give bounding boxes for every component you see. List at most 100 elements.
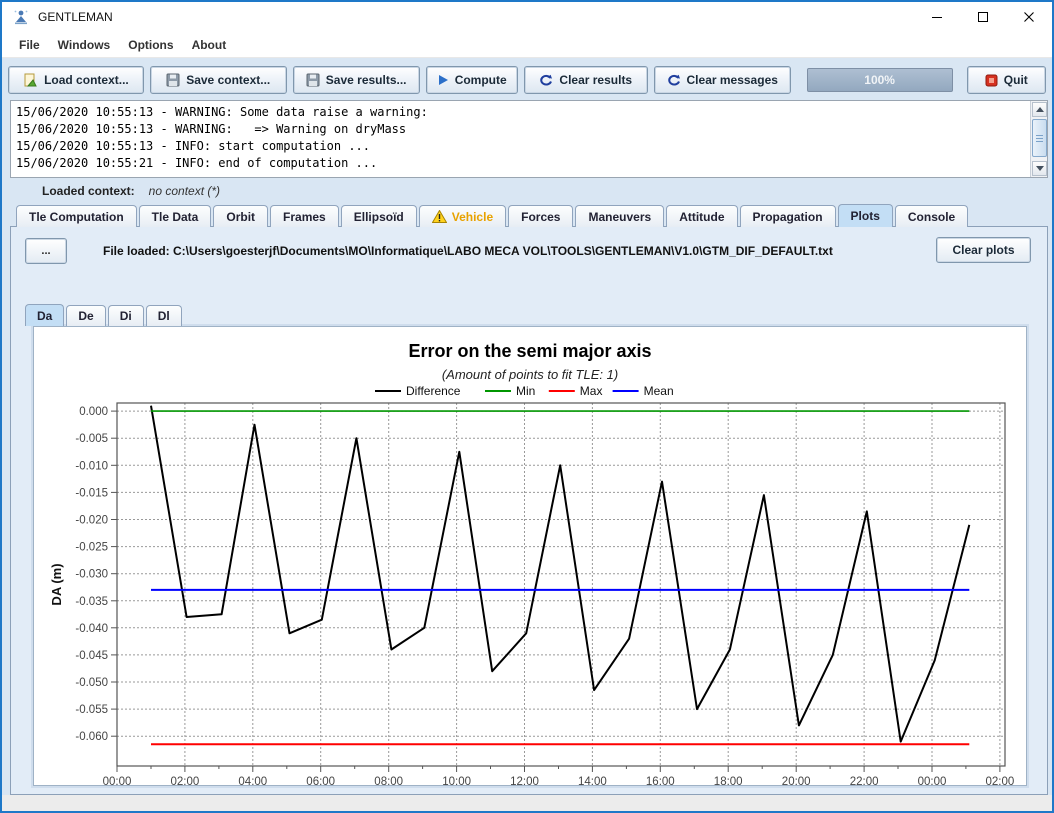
tab-vehicle[interactable]: Vehicle [419, 205, 506, 227]
svg-text:Error on the semi major axis: Error on the semi major axis [408, 341, 651, 361]
toolbar: Load context... Save context... Save res… [8, 64, 1046, 96]
save-icon [166, 73, 180, 87]
svg-text:Max: Max [580, 384, 603, 398]
quit-icon [985, 74, 998, 87]
svg-text:10:00: 10:00 [442, 776, 471, 785]
clear-messages-label: Clear messages [687, 73, 778, 87]
svg-text:-0.020: -0.020 [75, 515, 108, 527]
app-icon [12, 8, 30, 26]
save-context-label: Save context... [186, 73, 270, 87]
clear-results-button[interactable]: Clear results [524, 66, 648, 94]
chart-svg: 0.000-0.005-0.010-0.015-0.020-0.025-0.03… [35, 327, 1027, 785]
log-scrollbar[interactable] [1030, 101, 1047, 177]
minimize-button[interactable] [914, 2, 960, 32]
tab-orbit[interactable]: Orbit [213, 205, 268, 227]
svg-text:12:00: 12:00 [510, 776, 539, 785]
svg-text:02:00: 02:00 [986, 776, 1015, 785]
clear-messages-button[interactable]: Clear messages [654, 66, 791, 94]
save-results-label: Save results... [326, 73, 407, 87]
tab-forces[interactable]: Forces [508, 205, 573, 227]
svg-text:-0.035: -0.035 [75, 596, 108, 608]
close-button[interactable] [1006, 2, 1052, 32]
log-area[interactable]: 15/06/2020 10:55:13 - WARNING: Some data… [10, 100, 1048, 178]
window-title: GENTLEMAN [38, 10, 113, 24]
menu-item-windows[interactable]: Windows [49, 34, 120, 56]
svg-text:Difference: Difference [406, 384, 461, 398]
tab-frames[interactable]: Frames [270, 205, 339, 227]
svg-text:-0.045: -0.045 [75, 650, 108, 662]
svg-text:00:00: 00:00 [103, 776, 132, 785]
log-line: 15/06/2020 10:55:13 - WARNING: => Warnin… [16, 121, 1025, 138]
svg-text:DA (m): DA (m) [49, 563, 64, 605]
svg-text:04:00: 04:00 [238, 776, 267, 785]
compute-label: Compute [455, 73, 507, 87]
compute-button[interactable]: Compute [426, 66, 518, 94]
save-context-button[interactable]: Save context... [150, 66, 287, 94]
scroll-up-arrow-icon[interactable] [1032, 102, 1047, 117]
subtab-dl[interactable]: Dl [146, 305, 182, 326]
main-tab-bar: Tle ComputationTle DataOrbitFramesEllips… [16, 204, 1044, 227]
scroll-down-arrow-icon[interactable] [1032, 161, 1047, 176]
save-icon [306, 73, 320, 87]
load-context-icon [23, 73, 38, 87]
tab-ellipso-d[interactable]: Ellipsoïd [341, 205, 417, 227]
menu-item-file[interactable]: File [10, 34, 49, 56]
bottom-strip [2, 795, 1052, 811]
svg-text:06:00: 06:00 [306, 776, 335, 785]
svg-text:Min: Min [516, 384, 535, 398]
subtab-da[interactable]: Da [25, 304, 64, 326]
svg-text:14:00: 14:00 [578, 776, 607, 785]
subtab-di[interactable]: Di [108, 305, 144, 326]
load-context-button[interactable]: Load context... [8, 66, 144, 94]
refresh-icon [539, 74, 553, 87]
svg-text:20:00: 20:00 [782, 776, 811, 785]
svg-text:-0.040: -0.040 [75, 623, 108, 635]
menu-item-options[interactable]: Options [119, 34, 182, 56]
svg-text:02:00: 02:00 [171, 776, 200, 785]
tab-tle-computation[interactable]: Tle Computation [16, 205, 137, 227]
svg-text:-0.030: -0.030 [75, 569, 108, 581]
svg-text:Mean: Mean [644, 384, 674, 398]
svg-text:-0.050: -0.050 [75, 677, 108, 689]
log-line: 15/06/2020 10:55:21 - INFO: end of compu… [16, 155, 1025, 172]
close-icon [1023, 11, 1035, 23]
warning-icon [432, 210, 447, 223]
tab-propagation[interactable]: Propagation [740, 205, 836, 227]
tab-plots[interactable]: Plots [838, 204, 893, 227]
clear-plots-button[interactable]: Clear plots [936, 237, 1031, 263]
maximize-icon [977, 11, 989, 23]
svg-text:-0.005: -0.005 [75, 433, 108, 445]
play-icon [437, 74, 449, 86]
plots-tab-panel: ... File loaded: C:\Users\goesterjf\Docu… [10, 226, 1048, 795]
tab-console[interactable]: Console [895, 205, 968, 227]
svg-text:-0.015: -0.015 [75, 487, 108, 499]
minimize-icon [931, 11, 943, 23]
svg-text:(Amount of points to fit TLE:: (Amount of points to fit TLE: 1) [442, 367, 618, 382]
app-window: GENTLEMAN FileWindowsOptionsAbout Load c… [0, 0, 1054, 813]
svg-text:18:00: 18:00 [714, 776, 743, 785]
save-results-button[interactable]: Save results... [293, 66, 420, 94]
tab-attitude[interactable]: Attitude [666, 205, 737, 227]
log-line: 15/06/2020 10:55:13 - WARNING: Some data… [16, 104, 1025, 121]
chart-panel: 0.000-0.005-0.010-0.015-0.020-0.025-0.03… [33, 326, 1027, 786]
quit-button[interactable]: Quit [967, 66, 1046, 94]
file-loaded-label: File loaded: C:\Users\goesterjf\Document… [103, 244, 833, 258]
menu-item-about[interactable]: About [183, 34, 236, 56]
quit-label: Quit [1004, 73, 1028, 87]
svg-text:16:00: 16:00 [646, 776, 675, 785]
title-bar: GENTLEMAN [2, 2, 1052, 32]
loaded-context-row: Loaded context: no context (*) [42, 184, 220, 202]
tab-tle-data[interactable]: Tle Data [139, 205, 212, 227]
svg-text:08:00: 08:00 [374, 776, 403, 785]
clear-results-label: Clear results [559, 73, 632, 87]
progress-value: 100% [864, 73, 895, 87]
maximize-button[interactable] [960, 2, 1006, 32]
tab-maneuvers[interactable]: Maneuvers [575, 205, 664, 227]
subtab-de[interactable]: De [66, 305, 105, 326]
file-row: ... File loaded: C:\Users\goesterjf\Docu… [25, 237, 1039, 265]
svg-text:-0.010: -0.010 [75, 460, 108, 472]
scrollbar-thumb[interactable] [1032, 119, 1047, 157]
browse-button[interactable]: ... [25, 238, 67, 264]
svg-text:-0.055: -0.055 [75, 704, 108, 716]
menu-bar: FileWindowsOptionsAbout [2, 32, 1052, 58]
